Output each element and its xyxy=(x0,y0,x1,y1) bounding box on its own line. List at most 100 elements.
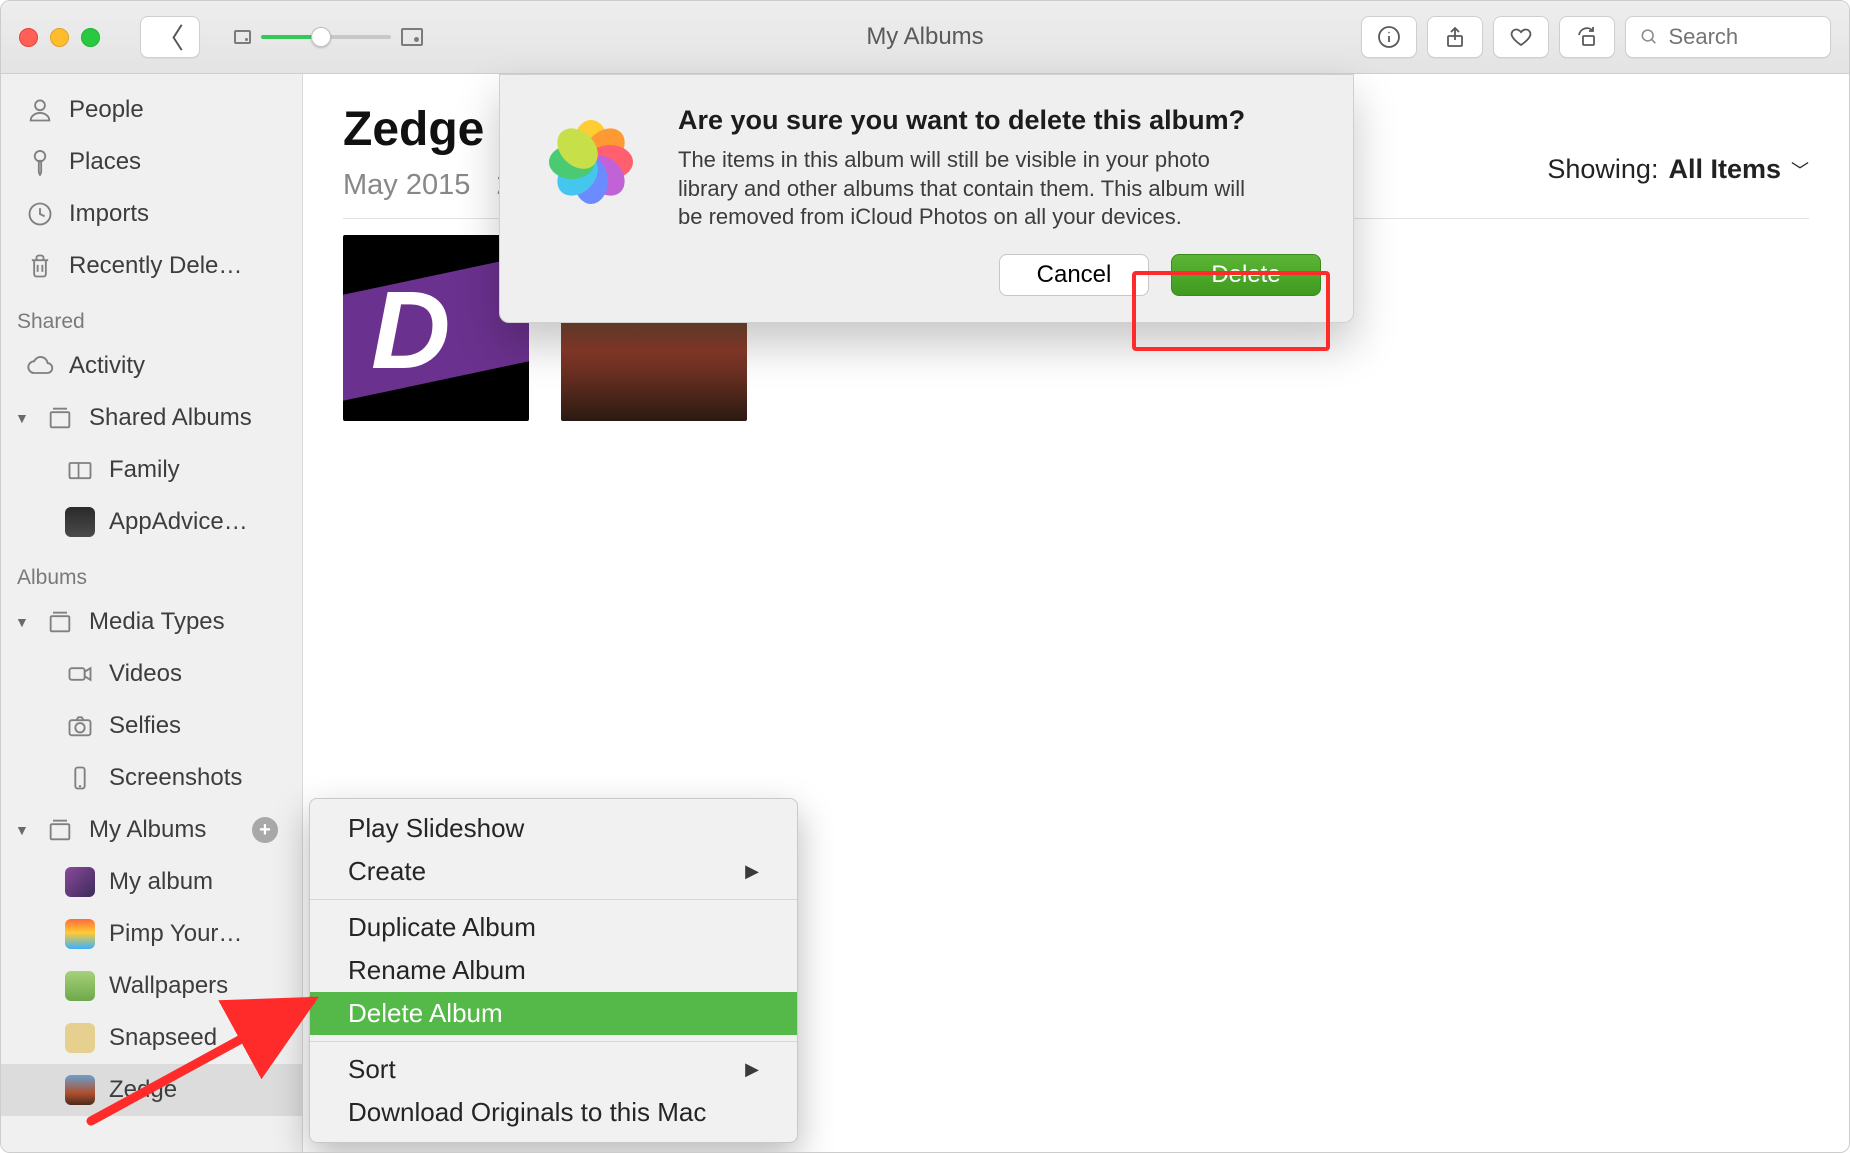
info-icon xyxy=(1377,25,1401,49)
sidebar-item-recently-deleted[interactable]: Recently Dele… xyxy=(1,240,302,292)
sidebar-item-family[interactable]: Family xyxy=(1,444,302,496)
rotate-button[interactable] xyxy=(1559,16,1615,58)
sidebar-label: Screenshots xyxy=(109,764,242,792)
sidebar-item-shared-albums[interactable]: ▼ Shared Albums xyxy=(1,392,302,444)
album-thumbnail-icon xyxy=(65,971,95,1001)
album-date: May 2015 xyxy=(343,169,470,202)
disclosure-triangle-icon[interactable]: ▼ xyxy=(15,614,29,630)
sidebar-label: My album xyxy=(109,868,213,896)
delete-confirm-dialog: Are you sure you want to delete this alb… xyxy=(499,74,1354,323)
sidebar-item-pimp-your[interactable]: Pimp Your… xyxy=(1,908,302,960)
sidebar-label: Snapseed xyxy=(109,1024,217,1052)
camera-icon xyxy=(65,711,95,741)
sidebar-item-imports[interactable]: Imports xyxy=(1,188,302,240)
sidebar-label: Wallpapers xyxy=(109,972,228,1000)
album-icon xyxy=(65,455,95,485)
cancel-button[interactable]: Cancel xyxy=(999,254,1149,296)
sidebar-label: Family xyxy=(109,456,180,484)
delete-button[interactable]: Delete xyxy=(1171,254,1321,296)
showing-filter[interactable]: Showing: All Items ﹀ xyxy=(1547,154,1809,185)
dialog-title: Are you sure you want to delete this alb… xyxy=(678,105,1321,136)
sidebar: People Places Imports Recently Dele… Sha… xyxy=(1,74,303,1152)
album-thumbnail-icon xyxy=(65,1075,95,1105)
sidebar-item-media-types[interactable]: ▼ Media Types xyxy=(1,596,302,648)
sidebar-label: Shared Albums xyxy=(89,404,252,432)
sidebar-item-places[interactable]: Places xyxy=(1,136,302,188)
rotate-icon xyxy=(1575,25,1599,49)
search-input[interactable] xyxy=(1668,24,1816,50)
zoom-slider[interactable] xyxy=(261,35,391,39)
pin-icon xyxy=(25,147,55,177)
close-window-button[interactable] xyxy=(19,28,38,47)
sidebar-label: Activity xyxy=(69,352,145,380)
sidebar-item-wallpapers[interactable]: Wallpapers xyxy=(1,960,302,1012)
zoom-slider-thumb[interactable] xyxy=(311,27,331,47)
sidebar-label: Selfies xyxy=(109,712,181,740)
sidebar-item-people[interactable]: People xyxy=(1,84,302,136)
sidebar-label: Zedge xyxy=(109,1076,177,1104)
menu-item-sort[interactable]: Sort▶ xyxy=(310,1048,797,1091)
sidebar-section-shared: Shared xyxy=(1,292,302,340)
disclosure-triangle-icon[interactable]: ▼ xyxy=(15,410,29,426)
album-thumbnail-icon xyxy=(65,919,95,949)
sidebar-label: AppAdvice… xyxy=(109,508,248,536)
disclosure-triangle-icon[interactable]: ▼ xyxy=(15,822,29,838)
titlebar: 〈 My Albums xyxy=(1,1,1849,74)
sidebar-label: Imports xyxy=(69,200,149,228)
photos-app-icon xyxy=(532,103,650,221)
menu-item-download-originals[interactable]: Download Originals to this Mac xyxy=(310,1091,797,1134)
showing-value: All Items xyxy=(1668,154,1781,185)
menu-item-duplicate-album[interactable]: Duplicate Album xyxy=(310,906,797,949)
sidebar-item-activity[interactable]: Activity xyxy=(1,340,302,392)
person-icon xyxy=(25,95,55,125)
heart-icon xyxy=(1509,25,1533,49)
trash-icon xyxy=(25,251,55,281)
search-field[interactable] xyxy=(1625,16,1831,58)
thumbnail-zoom-control[interactable] xyxy=(234,28,423,46)
device-icon xyxy=(65,763,95,793)
clock-icon xyxy=(25,199,55,229)
minimize-window-button[interactable] xyxy=(50,28,69,47)
stack-icon xyxy=(45,815,75,845)
video-icon xyxy=(65,659,95,689)
menu-item-create[interactable]: Create▶ xyxy=(310,850,797,893)
sidebar-item-appadvice[interactable]: AppAdvice… xyxy=(1,496,302,548)
sidebar-item-selfies[interactable]: Selfies xyxy=(1,700,302,752)
share-button[interactable] xyxy=(1427,16,1483,58)
back-button[interactable]: 〈 xyxy=(140,16,200,58)
zoom-out-icon xyxy=(234,30,251,44)
sidebar-label: My Albums xyxy=(89,816,206,844)
favorite-button[interactable] xyxy=(1493,16,1549,58)
menu-separator xyxy=(310,1041,797,1042)
menu-item-rename-album[interactable]: Rename Album xyxy=(310,949,797,992)
cloud-icon xyxy=(25,351,55,381)
search-icon xyxy=(1640,26,1658,48)
menu-item-play-slideshow[interactable]: Play Slideshow xyxy=(310,807,797,850)
sidebar-item-zedge[interactable]: Zedge xyxy=(1,1064,302,1116)
chevron-down-icon: ﹀ xyxy=(1791,157,1809,183)
sidebar-label: Videos xyxy=(109,660,182,688)
album-thumbnail-icon xyxy=(65,1023,95,1053)
menu-item-delete-album[interactable]: Delete Album xyxy=(310,992,797,1035)
zoom-in-icon xyxy=(401,28,423,46)
sidebar-item-videos[interactable]: Videos xyxy=(1,648,302,700)
context-menu: Play Slideshow Create▶ Duplicate Album R… xyxy=(309,798,798,1143)
sidebar-label: Pimp Your… xyxy=(109,920,242,948)
stack-icon xyxy=(45,607,75,637)
sidebar-item-my-albums[interactable]: ▼ My Albums + xyxy=(1,804,302,856)
stack-icon xyxy=(45,403,75,433)
fullscreen-window-button[interactable] xyxy=(81,28,100,47)
submenu-arrow-icon: ▶ xyxy=(745,1059,759,1080)
sidebar-item-snapseed[interactable]: Snapseed xyxy=(1,1012,302,1064)
dialog-body: The items in this album will still be vi… xyxy=(678,146,1258,232)
sidebar-item-screenshots[interactable]: Screenshots xyxy=(1,752,302,804)
add-album-button[interactable]: + xyxy=(252,817,278,843)
menu-separator xyxy=(310,899,797,900)
share-icon xyxy=(1443,25,1467,49)
sidebar-item-my-album[interactable]: My album xyxy=(1,856,302,908)
showing-label: Showing: xyxy=(1547,154,1658,185)
album-thumbnail-icon xyxy=(65,507,95,537)
album-thumbnail-icon xyxy=(65,867,95,897)
info-button[interactable] xyxy=(1361,16,1417,58)
sidebar-label: Media Types xyxy=(89,608,225,636)
